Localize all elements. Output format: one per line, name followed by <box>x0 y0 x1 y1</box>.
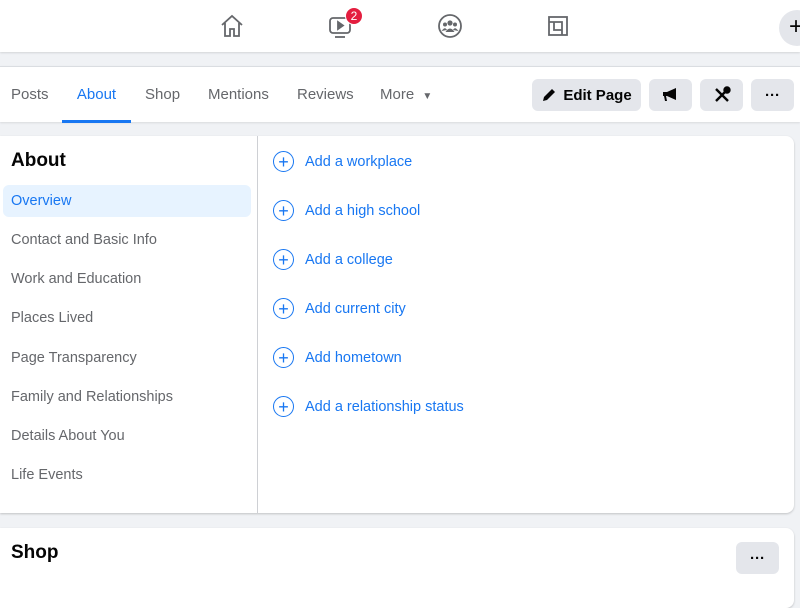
create-button[interactable]: + <box>779 10 800 46</box>
plus-circle-icon: + <box>273 298 294 319</box>
pencil-icon <box>543 89 556 101</box>
notification-badge: 2 <box>345 7 363 25</box>
add-workplace-link[interactable]: + Add a workplace <box>273 151 412 172</box>
plus-circle-icon: + <box>273 347 294 368</box>
caret-down-icon: ▼ <box>422 91 433 102</box>
sidebar-item-work-education[interactable]: Work and Education <box>3 263 251 295</box>
add-high-school-link[interactable]: + Add a high school <box>273 200 420 221</box>
tab-more-label: More <box>380 86 415 103</box>
plus-circle-icon: + <box>273 396 294 417</box>
add-label: Add hometown <box>305 349 402 366</box>
shop-card: Shop ··· <box>0 528 794 608</box>
about-card: About Overview Contact and Basic Info Wo… <box>0 136 794 513</box>
add-label: Add a high school <box>305 202 421 219</box>
sidebar-item-places[interactable]: Places Lived <box>3 302 251 334</box>
top-navigation: 2 + <box>0 0 800 52</box>
add-label: Add current city <box>305 300 406 317</box>
tab-posts[interactable]: Posts <box>11 67 49 123</box>
edit-page-button[interactable]: Edit Page <box>532 79 641 111</box>
add-label: Add a workplace <box>305 153 413 170</box>
page-tabs: Posts About Shop Mentions Reviews More ▼… <box>0 66 800 123</box>
sidebar-item-overview[interactable]: Overview <box>3 185 251 217</box>
sidebar-item-contact[interactable]: Contact and Basic Info <box>3 224 251 256</box>
tab-more[interactable]: More ▼ <box>380 67 432 123</box>
tab-shop[interactable]: Shop <box>145 67 180 123</box>
add-college-link[interactable]: + Add a college <box>273 249 393 270</box>
add-relationship-link[interactable]: + Add a relationship status <box>273 396 464 417</box>
edit-page-label: Edit Page <box>563 86 632 104</box>
groups-icon[interactable] <box>434 10 466 42</box>
shop-title: Shop <box>11 542 59 563</box>
about-sidebar: About Overview Contact and Basic Info Wo… <box>0 136 258 513</box>
more-options-button[interactable]: ··· <box>751 79 794 111</box>
add-current-city-link[interactable]: + Add current city <box>273 298 406 319</box>
about-title: About <box>11 150 66 171</box>
shop-more-button[interactable]: ··· <box>736 542 779 574</box>
tab-reviews[interactable]: Reviews <box>297 67 354 123</box>
add-label: Add a college <box>305 251 393 268</box>
tab-about[interactable]: About <box>62 67 131 123</box>
sidebar-item-family[interactable]: Family and Relationships <box>3 381 251 413</box>
promote-button[interactable] <box>649 79 692 111</box>
tools-icon <box>714 86 731 102</box>
plus-circle-icon: + <box>273 249 294 270</box>
add-label: Add a relationship status <box>305 398 464 415</box>
home-icon[interactable] <box>216 10 248 42</box>
sidebar-item-life-events[interactable]: Life Events <box>3 459 251 491</box>
tools-button[interactable] <box>700 79 743 111</box>
sidebar-item-transparency[interactable]: Page Transparency <box>3 342 251 374</box>
add-hometown-link[interactable]: + Add hometown <box>273 347 402 368</box>
plus-circle-icon: + <box>273 200 294 221</box>
gaming-icon[interactable] <box>542 10 574 42</box>
megaphone-icon <box>662 88 676 101</box>
sidebar-item-details[interactable]: Details About You <box>3 420 251 452</box>
plus-circle-icon: + <box>273 151 294 172</box>
tab-mentions[interactable]: Mentions <box>208 67 269 123</box>
